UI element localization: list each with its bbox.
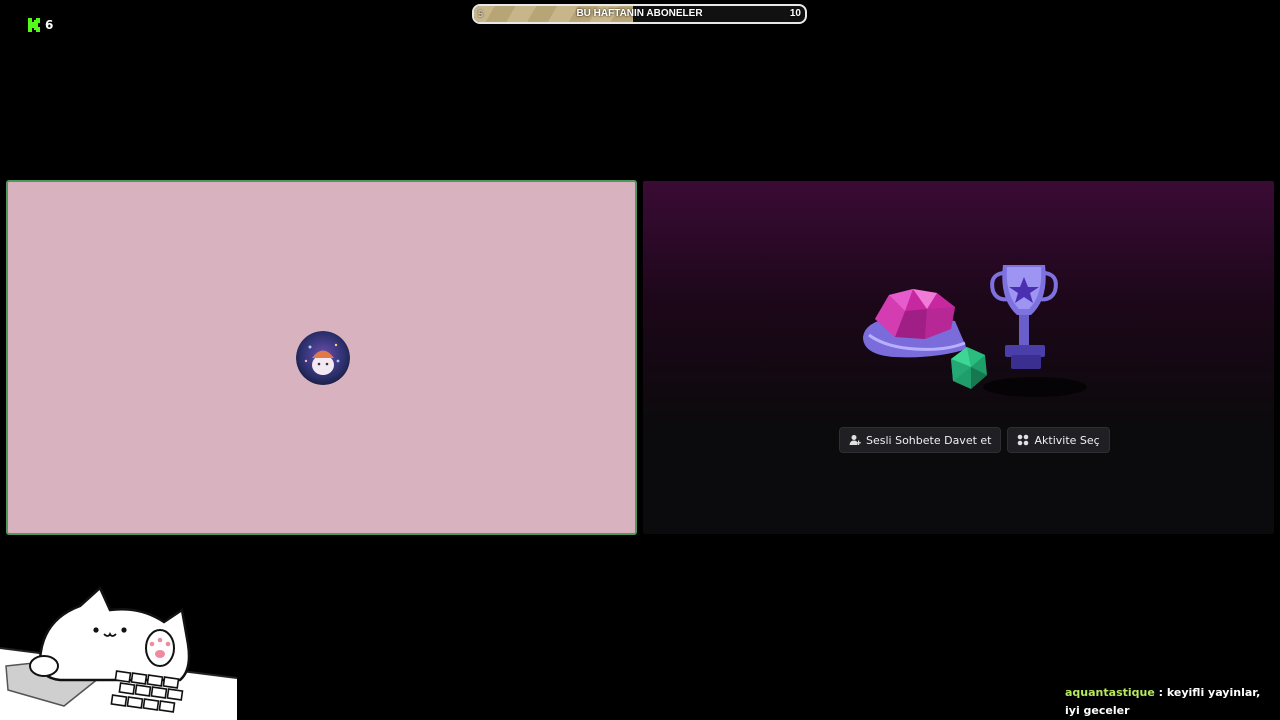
trophy-dice-illustration-icon (863, 265, 1087, 397)
participant-video-tile[interactable] (6, 180, 637, 535)
bongo-cat-icon (0, 585, 237, 720)
sub-goal-title: BU HAFTANIN ABONELER (576, 8, 703, 19)
activity-buttons: Sesli Sohbete Davet et Aktivite Seç (839, 427, 1110, 453)
chat-username: aquantastique (1065, 686, 1155, 699)
add-user-icon (849, 435, 861, 445)
viewer-count: 6 (28, 18, 53, 32)
kick-logo-icon (28, 18, 40, 32)
invite-voice-chat-label: Sesli Sohbete Davet et (866, 433, 992, 447)
invite-voice-chat-button[interactable]: Sesli Sohbete Davet et (839, 427, 1002, 453)
user-avatar-icon (296, 331, 350, 385)
sub-goal-bar: 5 BU HAFTANIN ABONELER 10 (472, 4, 807, 24)
activity-panel: Sesli Sohbete Davet et Aktivite Seç (643, 181, 1274, 534)
choose-activity-button[interactable]: Aktivite Seç (1007, 427, 1110, 453)
viewer-count-value: 6 (45, 18, 54, 32)
choose-activity-label: Aktivite Seç (1034, 433, 1100, 447)
sub-goal-end-value: 10 (789, 8, 801, 19)
chat-message: aquantastique : keyifli yayinlar, iyi ge… (1065, 684, 1265, 720)
activity-grid-icon (1018, 434, 1029, 446)
chat-separator: : (1154, 686, 1167, 699)
